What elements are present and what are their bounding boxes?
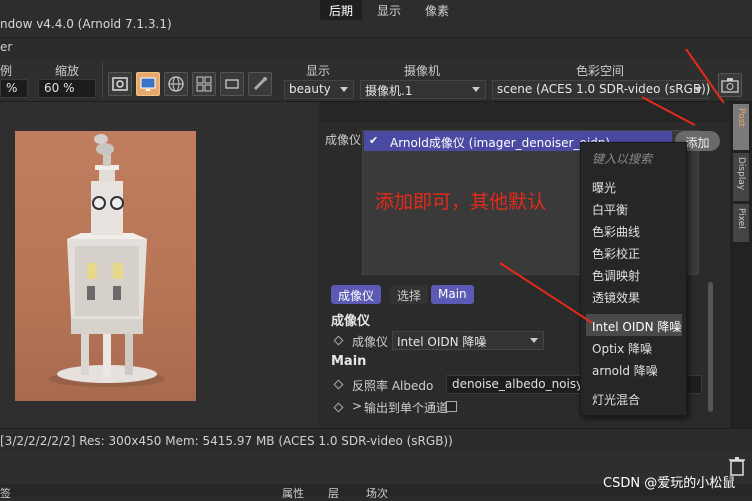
tower-render-image: [49, 134, 165, 387]
menu-bar: er: [0, 38, 752, 58]
side-tab-label: Post: [736, 108, 746, 127]
imager-prop-label: 成像仪: [352, 335, 389, 349]
dropdown-item[interactable]: 色彩校正: [592, 245, 640, 262]
dropdown-item[interactable]: Optix 降噪: [592, 340, 652, 357]
dropdown-item[interactable]: 色彩曲线: [592, 223, 640, 240]
tab-label: 像素: [424, 4, 449, 18]
subtab-imager[interactable]: 成像仪: [331, 285, 382, 304]
display-combo[interactable]: beauty: [284, 80, 354, 99]
colorspace-label: 色彩空间: [576, 64, 625, 78]
imager-label: 成像仪: [325, 133, 362, 147]
checkmark-icon[interactable]: ✔: [369, 135, 380, 146]
list-item-label: Arnold成像仪 (imager_denoiser_oidn): [390, 136, 611, 150]
output-channel-label: 输出到单个通道: [364, 401, 449, 415]
region-button[interactable]: [220, 72, 244, 96]
dropdown-item-selected[interactable]: Intel OIDN 降噪: [592, 318, 681, 335]
divider: [102, 62, 103, 98]
snapshot-button[interactable]: [108, 72, 132, 96]
side-tab-label: Display: [736, 157, 746, 191]
dropdown-item[interactable]: arnold 降噪: [592, 362, 658, 379]
camera-snapshot-button[interactable]: [718, 73, 742, 97]
dropdown-search-input[interactable]: 键入以搜索: [592, 150, 652, 167]
albedo-label: 反照率 Albedo: [352, 379, 434, 393]
display-label: 显示: [306, 64, 331, 78]
chevron-down-icon: [694, 87, 702, 92]
dropdown-item[interactable]: 透镜效果: [592, 289, 640, 306]
annotation-text: 添加即可，其他默认: [375, 191, 547, 213]
imager-type-value: Intel OIDN 降噪: [397, 335, 487, 349]
status-text: [3/2/2/2/2/2] Res: 300x450 Mem: 5415.97 …: [0, 434, 453, 448]
subtab-select[interactable]: 选择: [390, 285, 429, 304]
layout-button[interactable]: [192, 72, 216, 96]
side-tab-display[interactable]: Display: [733, 153, 749, 201]
bottom-tab-layers[interactable]: 层: [328, 485, 339, 501]
side-tab-bar: [730, 102, 752, 428]
imager-type-combo[interactable]: Intel OIDN 降噪: [392, 331, 544, 350]
picker-button[interactable]: [248, 72, 272, 96]
tab-label: 显示: [376, 4, 401, 18]
chevron-down-icon: [530, 338, 538, 343]
section-main-heading: Main: [331, 354, 367, 369]
camera-label: 摄像机: [404, 64, 441, 78]
ratio-field[interactable]: %: [0, 79, 28, 98]
camera-combo[interactable]: 摄像机.1: [360, 80, 486, 99]
colorspace-combo[interactable]: scene (ACES 1.0 SDR-video (sRGB)): [492, 80, 711, 99]
bottom-tab-attributes[interactable]: 属性: [282, 485, 304, 501]
output-channel-checkbox[interactable]: [446, 401, 457, 412]
menu-item[interactable]: er: [0, 40, 12, 54]
subtab-main[interactable]: Main: [431, 285, 474, 304]
scrollbar[interactable]: [708, 282, 713, 412]
tab-post[interactable]: 后期: [320, 0, 362, 20]
display-mode-button[interactable]: [136, 72, 160, 96]
tab-label: 后期: [328, 4, 353, 18]
bottom-tab[interactable]: 签: [0, 485, 11, 501]
expand-arrow-icon[interactable]: >: [352, 399, 362, 413]
eyedropper-icon: [253, 77, 267, 91]
monitor-icon: [140, 77, 156, 91]
watermark: CSDN @爱玩的小松鼠: [603, 476, 736, 491]
dropdown-item[interactable]: 曝光: [592, 179, 616, 196]
bottom-tab-takes[interactable]: 场次: [366, 485, 388, 501]
globe-icon: [168, 76, 184, 92]
display-value: beauty: [289, 82, 331, 96]
side-tab-post[interactable]: Post: [733, 104, 749, 150]
section-imager-heading: 成像仪: [331, 314, 371, 329]
chevron-down-icon: [340, 87, 348, 92]
snapshot-icon: [112, 77, 128, 91]
globe-button[interactable]: [164, 72, 188, 96]
grid-icon: [196, 76, 212, 92]
dropdown-item[interactable]: 灯光混合: [592, 391, 640, 408]
camera-value: 摄像机.1: [365, 84, 413, 98]
render-image: [15, 131, 196, 401]
dropdown-item[interactable]: 白平衡: [592, 201, 628, 218]
zoom-label: 缩放: [55, 64, 80, 78]
tab-display[interactable]: 显示: [370, 0, 408, 20]
region-icon: [225, 79, 239, 89]
dropdown-item[interactable]: 色调映射: [592, 267, 640, 284]
zoom-field[interactable]: 60 %: [38, 79, 96, 98]
colorspace-value: scene (ACES 1.0 SDR-video (sRGB)): [497, 82, 711, 96]
camera-icon: [721, 78, 739, 93]
side-tab-label: Pixel: [736, 208, 746, 229]
window-title: ndow v4.4.0 (Arnold 7.1.3.1): [0, 17, 172, 31]
tab-pixel[interactable]: 像素: [418, 0, 456, 20]
ratio-label: 例: [0, 64, 13, 78]
chevron-down-icon: [472, 87, 480, 92]
side-tab-pixel[interactable]: Pixel: [733, 204, 749, 242]
status-bar: [3/2/2/2/2/2] Res: 300x450 Mem: 5415.97 …: [0, 428, 752, 450]
